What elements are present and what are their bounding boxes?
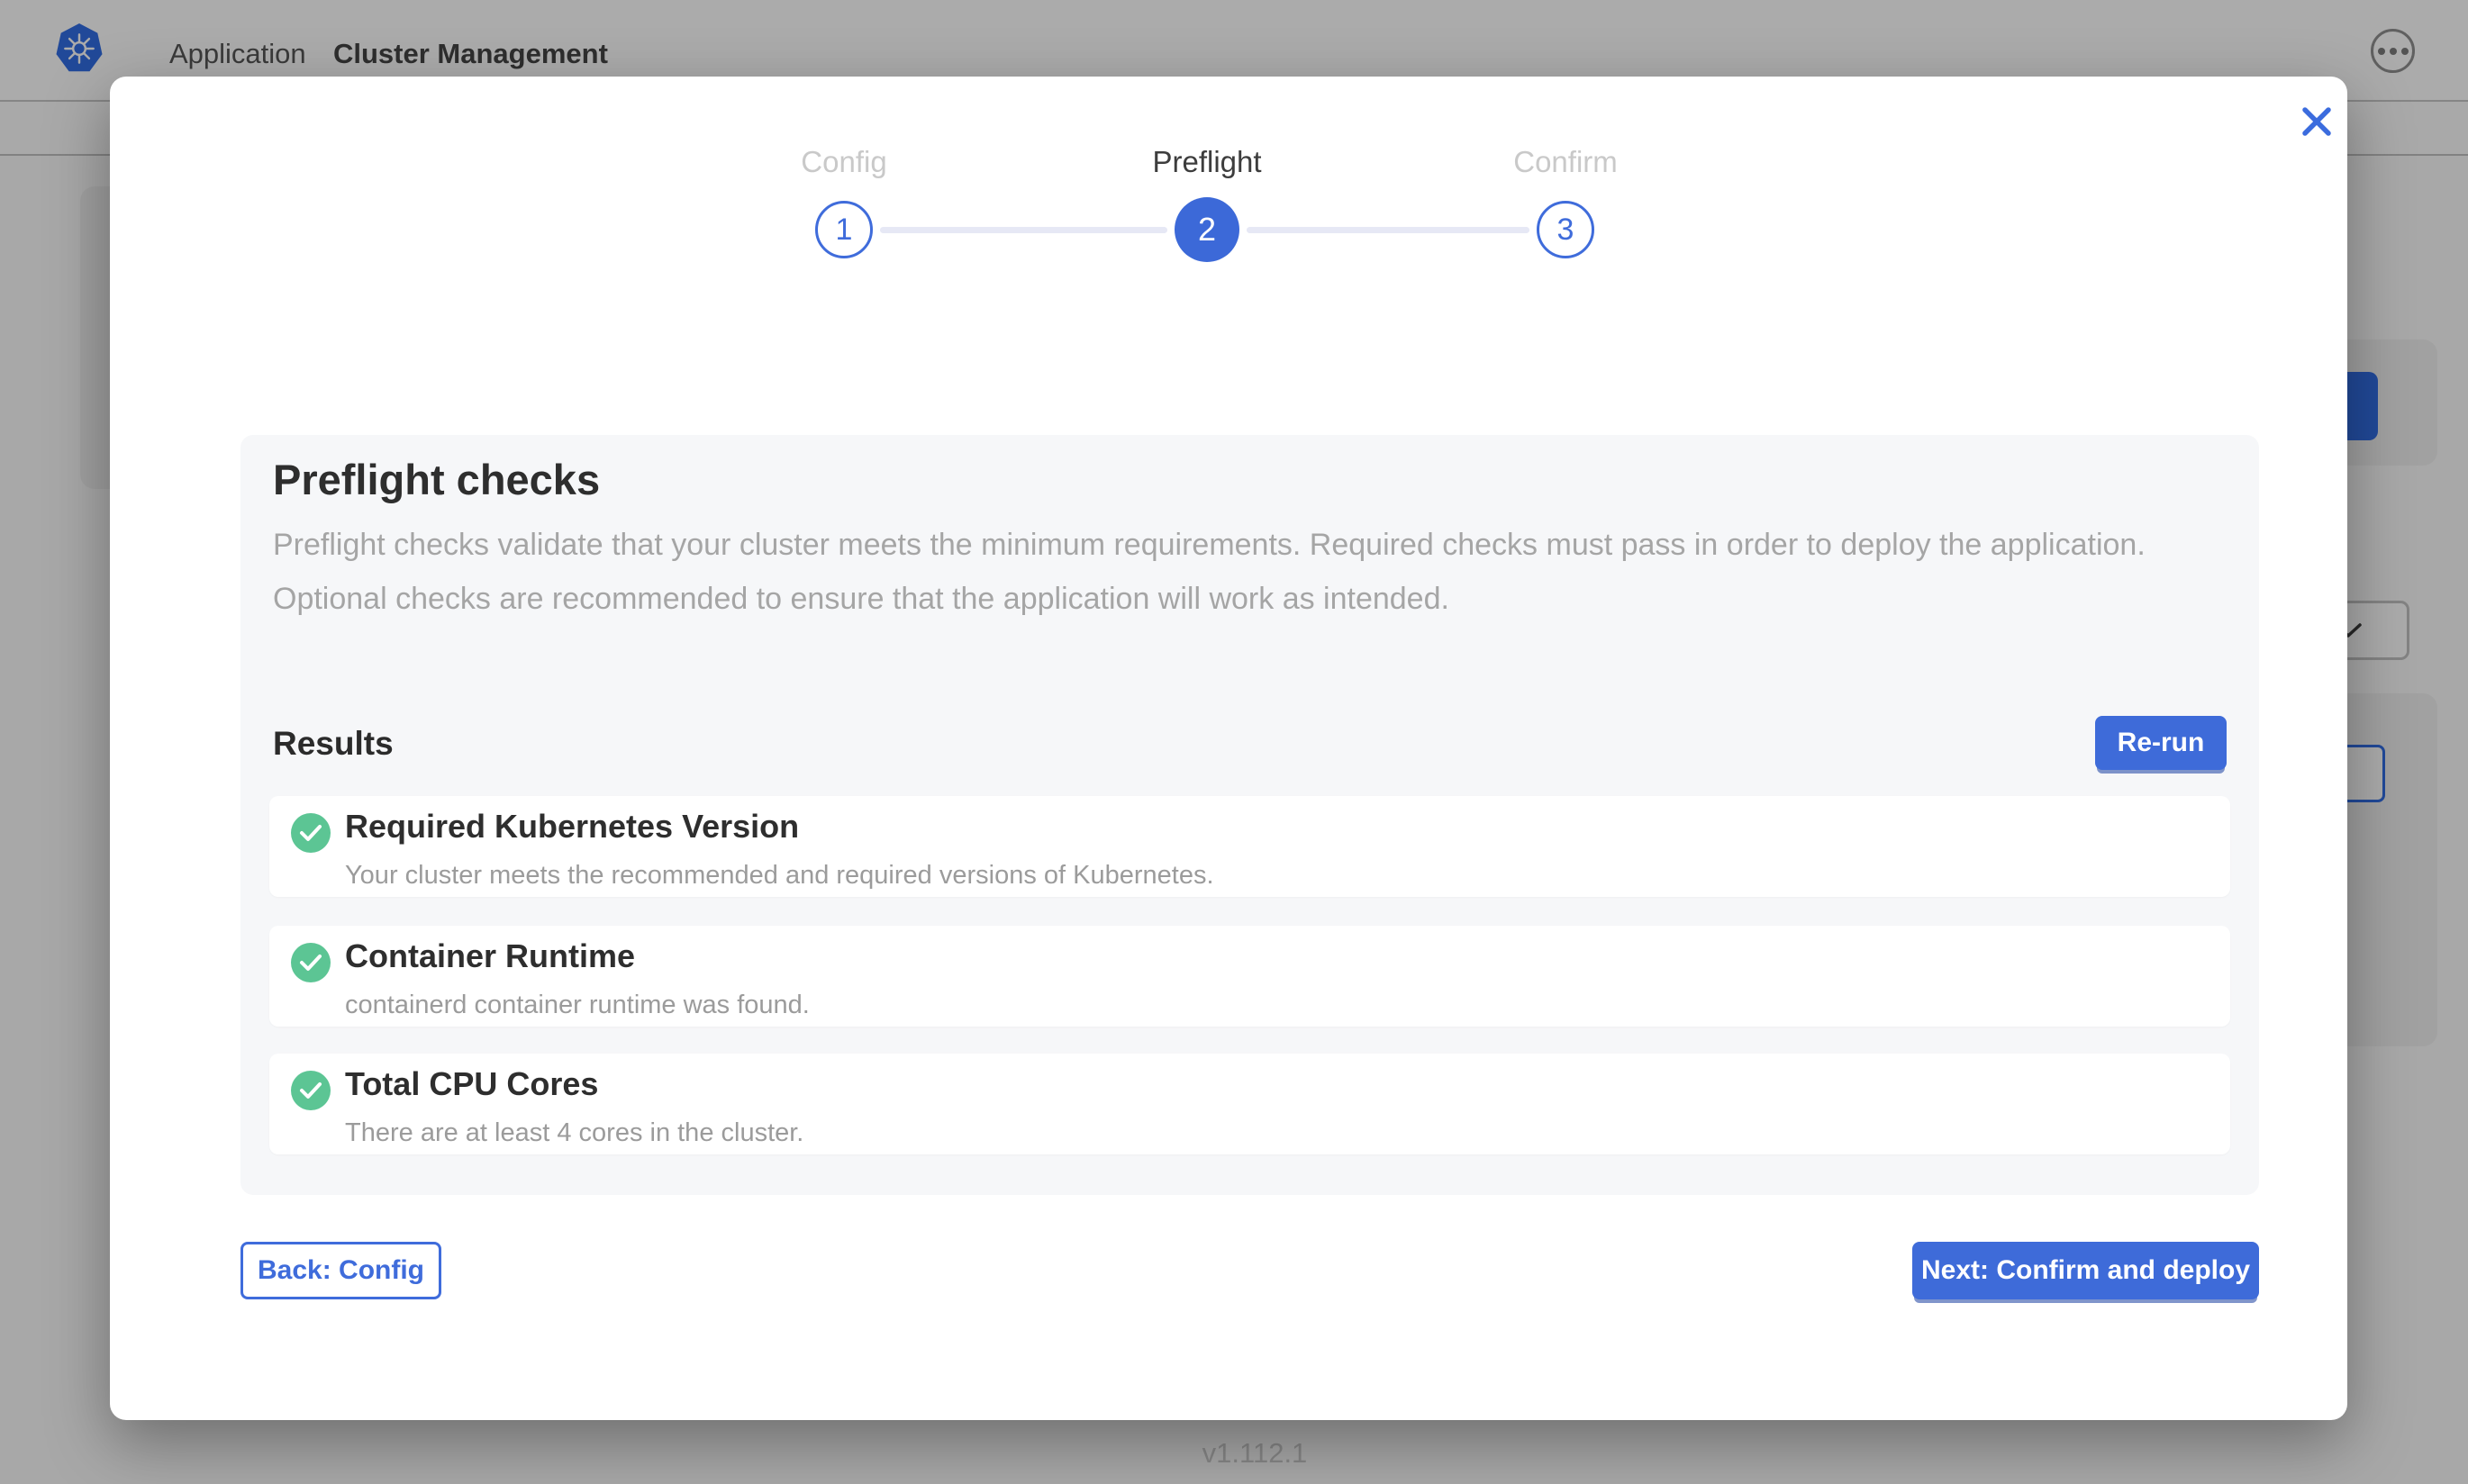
next-button[interactable]: Next: Confirm and deploy: [1912, 1242, 2259, 1299]
check-title: Container Runtime: [345, 937, 635, 975]
modal-description: Preflight checks validate that your clus…: [273, 518, 2182, 626]
results-heading: Results: [273, 725, 394, 763]
check-message: Your cluster meets the recommended and r…: [345, 861, 1214, 891]
rerun-button[interactable]: Re-run: [2095, 716, 2227, 770]
close-icon[interactable]: [2290, 95, 2344, 149]
check-card-total-cpu-cores: Total CPU Cores There are at least 4 cor…: [269, 1054, 2230, 1154]
step-circle-confirm[interactable]: 3: [1537, 201, 1594, 258]
check-title: Total CPU Cores: [345, 1065, 598, 1103]
step-connector: [880, 227, 1167, 233]
step-circle-preflight[interactable]: 2: [1175, 197, 1239, 262]
check-success-icon: [291, 943, 331, 982]
back-button[interactable]: Back: Config: [240, 1242, 441, 1299]
check-card-container-runtime: Container Runtime containerd container r…: [269, 926, 2230, 1027]
modal-title: Preflight checks: [273, 455, 600, 504]
check-success-icon: [291, 1071, 331, 1110]
admin-console-screen: Application Cluster Management 0 y v1.11…: [0, 0, 2468, 1484]
check-success-icon: [291, 813, 331, 853]
step-label-config: Config: [664, 145, 1024, 179]
preflight-modal: Config Preflight Confirm 1 2 3 Preflight…: [110, 77, 2347, 1420]
step-circle-config[interactable]: 1: [815, 201, 873, 258]
step-connector: [1247, 227, 1529, 233]
check-message: containerd container runtime was found.: [345, 991, 810, 1020]
step-label-preflight: Preflight: [1027, 145, 1387, 179]
check-title: Required Kubernetes Version: [345, 808, 799, 846]
preflight-panel: Preflight checks Preflight checks valida…: [240, 435, 2259, 1195]
check-card-kubernetes-version: Required Kubernetes Version Your cluster…: [269, 796, 2230, 897]
check-message: There are at least 4 cores in the cluste…: [345, 1118, 803, 1148]
step-label-confirm: Confirm: [1385, 145, 1746, 179]
